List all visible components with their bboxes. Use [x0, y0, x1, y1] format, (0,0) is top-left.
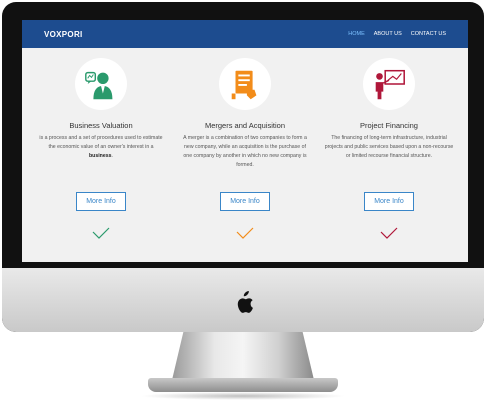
service-description: A merger is a combination of two compani… [183, 135, 307, 168]
service-title: Mergers and Acquisition [204, 121, 286, 130]
monitor-stand [172, 332, 314, 380]
monitor-chin [2, 268, 484, 332]
presentation-icon [363, 58, 415, 110]
service-project-financing: Project Financing The financing of long-… [322, 58, 456, 239]
navbar: VOXPORI HOME ABOUT US CONTACT US [22, 20, 468, 48]
service-title: Project Financing [360, 121, 418, 130]
screen: VOXPORI HOME ABOUT US CONTACT US Busines… [22, 20, 468, 262]
brand-logo[interactable]: VOXPORI [44, 30, 83, 39]
base-shadow [140, 392, 346, 400]
businessman-icon [75, 58, 127, 110]
nav-about-us[interactable]: ABOUT US [374, 31, 402, 37]
check-icon [236, 227, 254, 239]
apple-logo-icon [237, 291, 253, 313]
service-description: The financing of long-term infrastructur… [324, 135, 454, 159]
more-info-button[interactable]: More Info [220, 192, 270, 211]
service-mergers-acquisition: Mergers and Acquisition A merger is a co… [178, 58, 312, 239]
more-info-button[interactable]: More Info [364, 192, 414, 211]
services-section: Business Valuation is a process and a se… [22, 58, 468, 239]
service-title: Business Valuation [69, 121, 133, 130]
document-hand-icon [219, 58, 271, 110]
nav-menu: HOME ABOUT US CONTACT US [348, 31, 446, 37]
service-description: is a process and a set of procedures use… [39, 135, 163, 159]
check-icon [380, 227, 398, 239]
nav-contact-us[interactable]: CONTACT US [411, 31, 446, 37]
more-info-button[interactable]: More Info [76, 192, 126, 211]
check-icon [92, 227, 110, 239]
monitor-base [148, 378, 338, 392]
nav-home[interactable]: HOME [348, 31, 365, 37]
service-business-valuation: Business Valuation is a process and a se… [34, 58, 168, 239]
